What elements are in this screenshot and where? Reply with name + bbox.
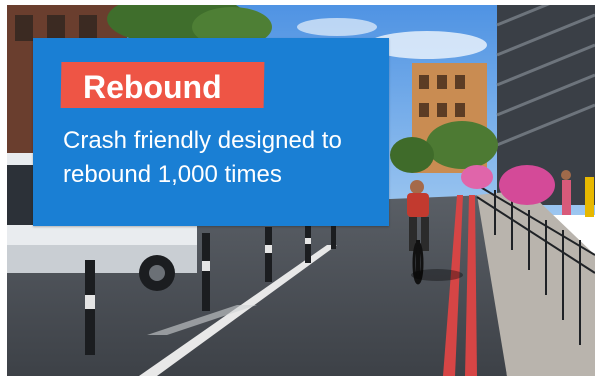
rebound-banner: Rebound Crash friendly designed to rebou… [33,38,389,226]
banner-title: Rebound [83,69,222,105]
image-frame: Rebound Crash friendly designed to rebou… [0,0,599,380]
banner-description: Crash friendly designed to rebound 1,000… [63,127,342,188]
